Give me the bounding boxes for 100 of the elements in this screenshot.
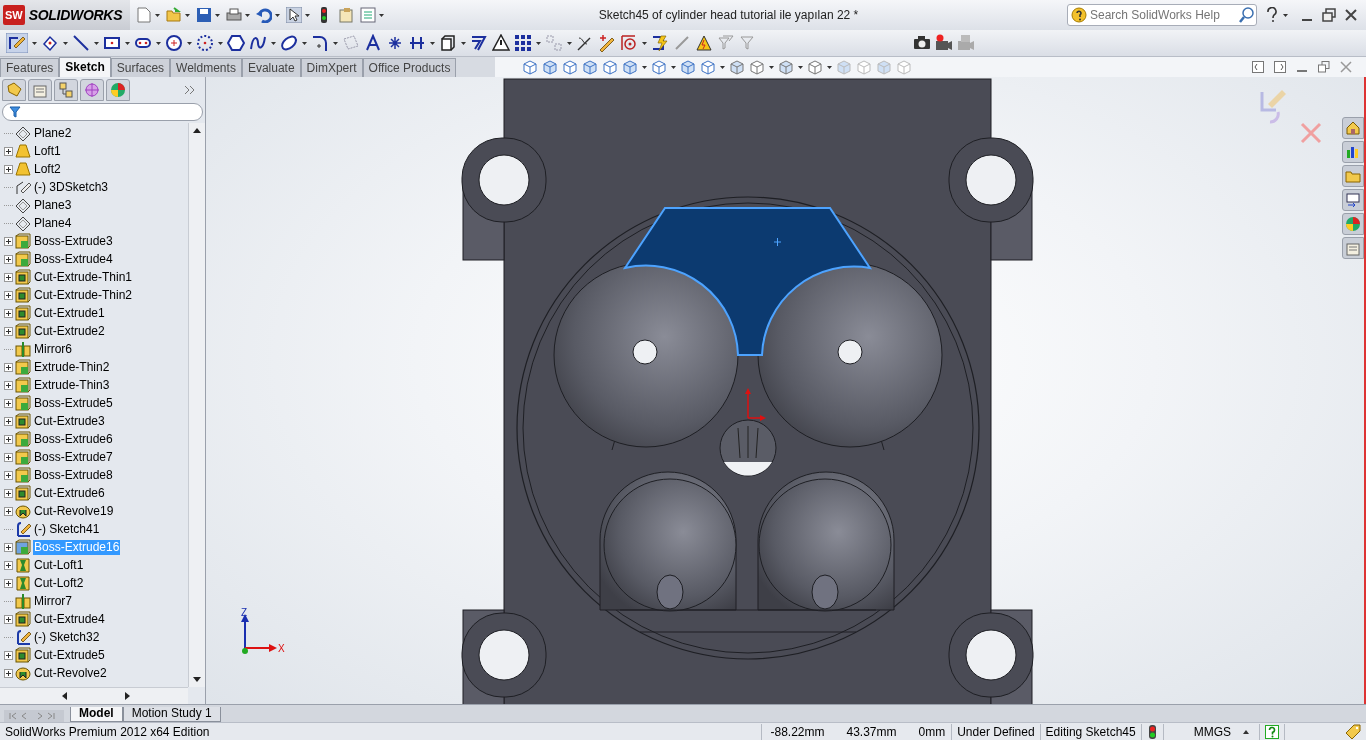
tree-item[interactable]: Cut-Extrude1 [33, 305, 106, 321]
caret-icon[interactable] [275, 13, 280, 17]
caret-icon[interactable] [536, 41, 541, 45]
caret-icon[interactable] [671, 65, 677, 69]
expand-plus-icon[interactable] [4, 668, 13, 678]
model-tab[interactable]: Motion Study 1 [122, 707, 221, 722]
rectangle-icon[interactable] [103, 34, 121, 52]
tree-item[interactable]: Loft1 [33, 143, 62, 159]
model-tab[interactable]: Model [70, 707, 123, 722]
tree-item[interactable]: Boss-Extrude4 [33, 251, 114, 267]
expand-plus-icon[interactable] [4, 452, 13, 462]
caret-icon[interactable] [1283, 13, 1288, 17]
expand-plus-icon[interactable] [4, 146, 13, 156]
alert-lightning-icon[interactable] [695, 34, 713, 52]
tree-item[interactable]: Cut-Loft2 [33, 575, 85, 591]
scroll-left-icon[interactable] [61, 692, 68, 700]
help-icon[interactable] [1265, 7, 1279, 23]
expand-plus-icon[interactable] [4, 434, 13, 444]
restore-icon[interactable] [1318, 61, 1330, 73]
expand-plus-icon[interactable] [4, 362, 13, 372]
tree-item[interactable]: (-) Sketch32 [33, 629, 101, 645]
tree-item[interactable]: Cut-Extrude6 [33, 485, 106, 501]
expand-plus-icon[interactable] [4, 308, 13, 318]
tree-item[interactable]: Mirror7 [33, 593, 73, 609]
tree-item[interactable]: Extrude-Thin3 [33, 377, 111, 393]
expand-plus-icon[interactable] [4, 488, 13, 498]
configuration-icon[interactable] [58, 82, 74, 98]
scroll-down-icon[interactable] [193, 677, 201, 683]
wireframe-cube-icon[interactable] [562, 59, 579, 75]
filter-field[interactable] [2, 103, 203, 121]
tree-item[interactable]: (-) 3DSketch3 [33, 179, 110, 195]
vertical-scrollbar[interactable] [188, 123, 205, 687]
caret-icon[interactable] [333, 41, 338, 45]
arc-icon[interactable] [196, 34, 214, 52]
rebuild-traffic-light-icon[interactable] [1146, 725, 1158, 740]
caret-icon[interactable] [245, 13, 250, 17]
close-icon[interactable] [1344, 8, 1358, 22]
caret-icon[interactable] [32, 41, 37, 45]
expand-chevron-icon[interactable] [184, 85, 195, 95]
home-icon[interactable] [1345, 120, 1361, 136]
tree-item[interactable]: Loft2 [33, 161, 62, 177]
expand-plus-icon[interactable] [4, 272, 13, 282]
caret-icon[interactable] [187, 41, 192, 45]
expand-plus-icon[interactable] [4, 506, 13, 516]
caret-icon[interactable] [156, 41, 161, 45]
target-icon[interactable] [620, 34, 638, 52]
view-palette-icon[interactable] [1345, 192, 1361, 208]
convert-entities-icon[interactable] [439, 34, 457, 52]
cube-view-icon[interactable] [542, 59, 559, 75]
expand-plus-icon[interactable] [4, 326, 13, 336]
circle-icon[interactable] [165, 34, 183, 52]
caret-icon[interactable] [461, 41, 466, 45]
tree-item[interactable]: Cut-Revolve19 [33, 503, 115, 519]
relations-icon[interactable] [576, 34, 594, 52]
expand-plus-icon[interactable] [4, 614, 13, 624]
expand-plus-icon[interactable] [4, 470, 13, 480]
chart-library-icon[interactable] [1345, 144, 1361, 160]
sketch-pencil-icon[interactable] [6, 33, 28, 53]
expand-plus-icon[interactable] [4, 164, 13, 174]
caret-icon[interactable] [305, 13, 310, 17]
cube-outline-icon[interactable] [582, 59, 599, 75]
restore-icon[interactable] [1322, 8, 1336, 22]
expand-plus-icon[interactable] [4, 578, 13, 588]
scroll-up-icon[interactable] [193, 127, 201, 133]
tree-item[interactable]: Plane2 [33, 125, 73, 141]
tree-item[interactable]: (-) Sketch41 [33, 521, 101, 537]
caret-icon[interactable] [218, 41, 223, 45]
tree-item[interactable]: Plane4 [33, 215, 73, 231]
spline-icon[interactable] [249, 34, 267, 52]
rapid-sketch-icon[interactable] [651, 34, 669, 52]
caret-icon[interactable] [642, 65, 648, 69]
pattern-grid-icon[interactable] [514, 34, 532, 52]
caret-icon[interactable] [215, 13, 220, 17]
caret-icon[interactable] [125, 41, 130, 45]
tree-item[interactable]: Boss-Extrude7 [33, 449, 114, 465]
tree-item[interactable]: Boss-Extrude6 [33, 431, 114, 447]
trim-icon[interactable] [408, 34, 426, 52]
record-video-icon[interactable] [935, 34, 953, 52]
tree-item[interactable]: Extrude-Thin2 [33, 359, 111, 375]
command-tab[interactable]: Office Products [362, 58, 457, 77]
polygon-icon[interactable] [227, 34, 245, 52]
feature-tree-icon[interactable] [6, 82, 22, 98]
expand-plus-icon[interactable] [4, 416, 13, 426]
tree-item[interactable]: Cut-Loft1 [33, 557, 85, 573]
command-tab[interactable]: Surfaces [110, 58, 171, 77]
tree-item[interactable]: Plane3 [33, 197, 73, 213]
caret-icon[interactable] [302, 41, 307, 45]
tree-item[interactable]: Mirror6 [33, 341, 73, 357]
split-left-icon[interactable] [1252, 61, 1264, 73]
repair-pencil-icon[interactable] [598, 34, 616, 52]
split-right-icon[interactable] [1274, 61, 1286, 73]
dimxpert-icon[interactable] [84, 82, 100, 98]
caret-icon[interactable] [430, 41, 435, 45]
units-selector[interactable]: MMGS [1162, 723, 1259, 740]
expand-plus-icon[interactable] [4, 398, 13, 408]
tree-item[interactable]: Cut-Extrude4 [33, 611, 106, 627]
tree-item[interactable]: Boss-Extrude5 [33, 395, 114, 411]
help-search-box[interactable]: Search SolidWorks Help [1067, 4, 1257, 26]
selected-sketch-region[interactable] [624, 207, 871, 356]
caret-icon[interactable] [798, 65, 804, 69]
